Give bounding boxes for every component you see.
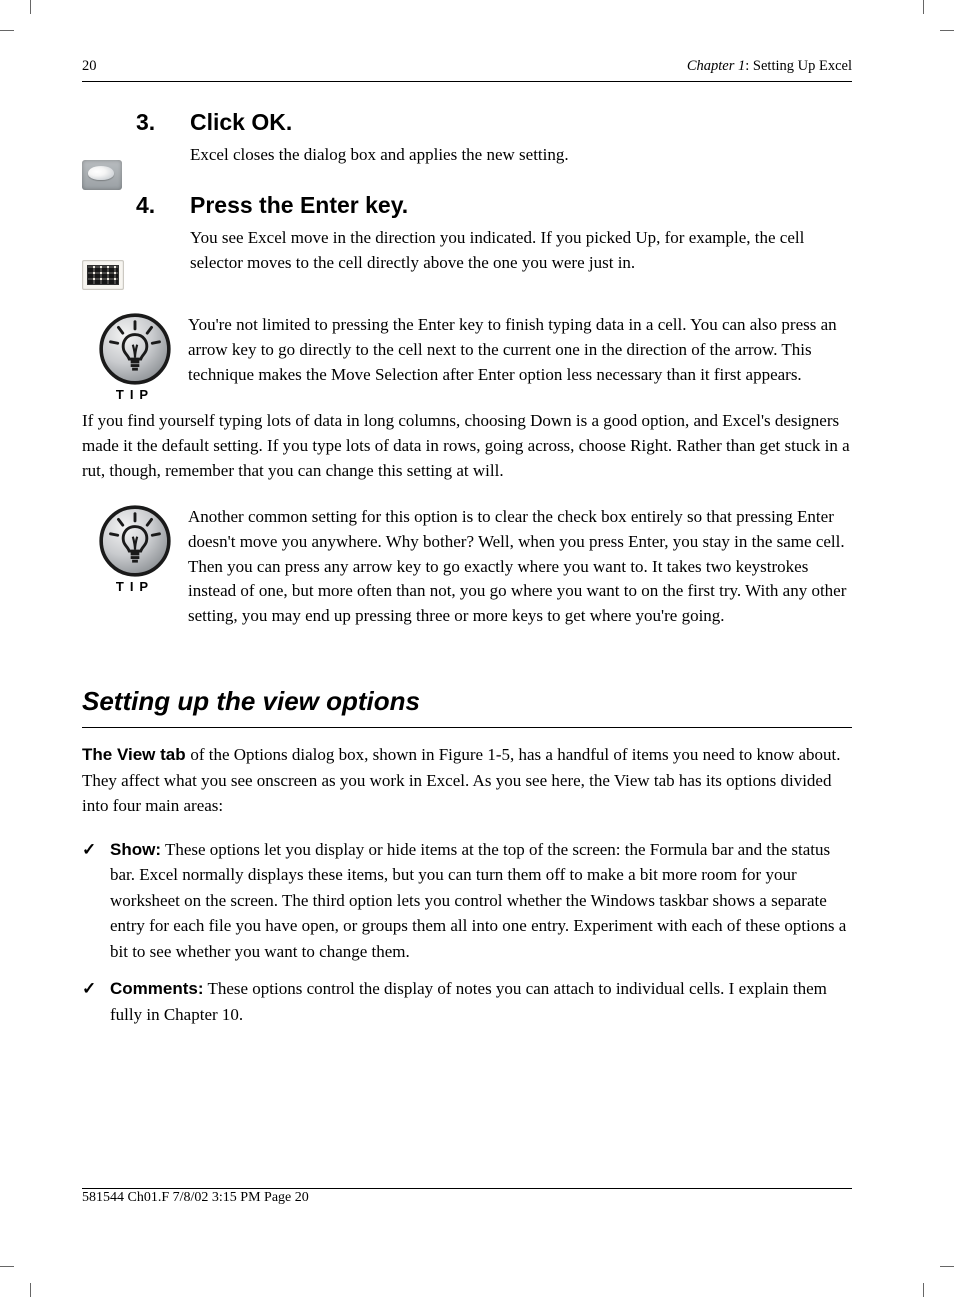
tip-icon-column: TIP <box>82 505 188 646</box>
crop-mark <box>30 1283 31 1297</box>
numbered-step: 4. Press the Enter key. You see Excel mo… <box>136 191 852 293</box>
lightbulb-icon <box>99 505 171 577</box>
footer-slug: 581544 Ch01.F 7/8/02 3:15 PM Page 20 <box>82 1190 309 1206</box>
crop-mark <box>940 1266 954 1267</box>
step-title: Click OK. <box>190 108 852 137</box>
crop-mark <box>940 30 954 31</box>
lightbulb-icon <box>99 313 171 385</box>
paragraph: If you find yourself typing lots of data… <box>82 409 852 483</box>
chapter-ref: Chapter 1: Setting Up Excel <box>687 58 852 75</box>
paragraph: Another common setting for this option i… <box>188 505 852 628</box>
tip-text: You're not limited to pressing the Enter… <box>188 313 852 405</box>
bullet-term: Show: <box>110 840 161 859</box>
crop-mark <box>30 0 31 14</box>
bullet-term: Comments: <box>110 979 204 998</box>
section-intro: The View tab of the Options dialog box, … <box>82 742 852 819</box>
step-text: You see Excel move in the direction you … <box>190 226 852 275</box>
page-number: 20 <box>82 58 97 75</box>
step-body: Press the Enter key. You see Excel move … <box>190 191 852 293</box>
tip-label: TIP <box>99 387 171 402</box>
step-text: Excel closes the dialog box and applies … <box>190 143 852 168</box>
page-body: 20 Chapter 1: Setting Up Excel 3. Click … <box>82 58 852 1039</box>
crop-mark <box>923 1283 924 1297</box>
chapter-number: Chapter 1 <box>687 58 745 74</box>
tip-label: TIP <box>99 579 171 594</box>
step-number: 4. <box>136 191 190 293</box>
footer-rule <box>82 1188 852 1189</box>
crop-mark <box>923 0 924 14</box>
paragraph: You're not limited to pressing the Enter… <box>188 313 852 387</box>
tip-text: Another common setting for this option i… <box>188 505 852 646</box>
numbered-step: 3. Click OK. Excel closes the dialog box… <box>136 108 852 185</box>
running-head: 20 Chapter 1: Setting Up Excel <box>82 58 852 75</box>
crop-mark <box>0 1266 14 1267</box>
step-body: Click OK. Excel closes the dialog box an… <box>190 108 852 185</box>
crop-mark <box>0 30 14 31</box>
step-title: Press the Enter key. <box>190 191 852 220</box>
bullet-text: These options control the display of not… <box>110 979 827 1024</box>
chapter-title: Setting Up Excel <box>753 58 852 74</box>
section-heading: Setting up the view options <box>82 686 852 717</box>
tip-icon-column: TIP <box>82 313 188 405</box>
step-number: 3. <box>136 108 190 185</box>
tip-block: TIP Another common setting for this opti… <box>82 505 852 646</box>
checklist: Show: These options let you display or h… <box>110 837 852 1028</box>
bullet-text: These options let you display or hide it… <box>110 840 846 961</box>
list-item: Show: These options let you display or h… <box>110 837 852 965</box>
lead-in: The View tab <box>82 745 190 764</box>
list-item: Comments: These options control the disp… <box>110 976 852 1027</box>
section-rule <box>82 727 852 728</box>
tip-block: TIP You're not limited to pressing the E… <box>82 313 852 405</box>
intro-rest: of the Options dialog box, shown in Figu… <box>82 745 841 815</box>
header-rule <box>82 81 852 82</box>
